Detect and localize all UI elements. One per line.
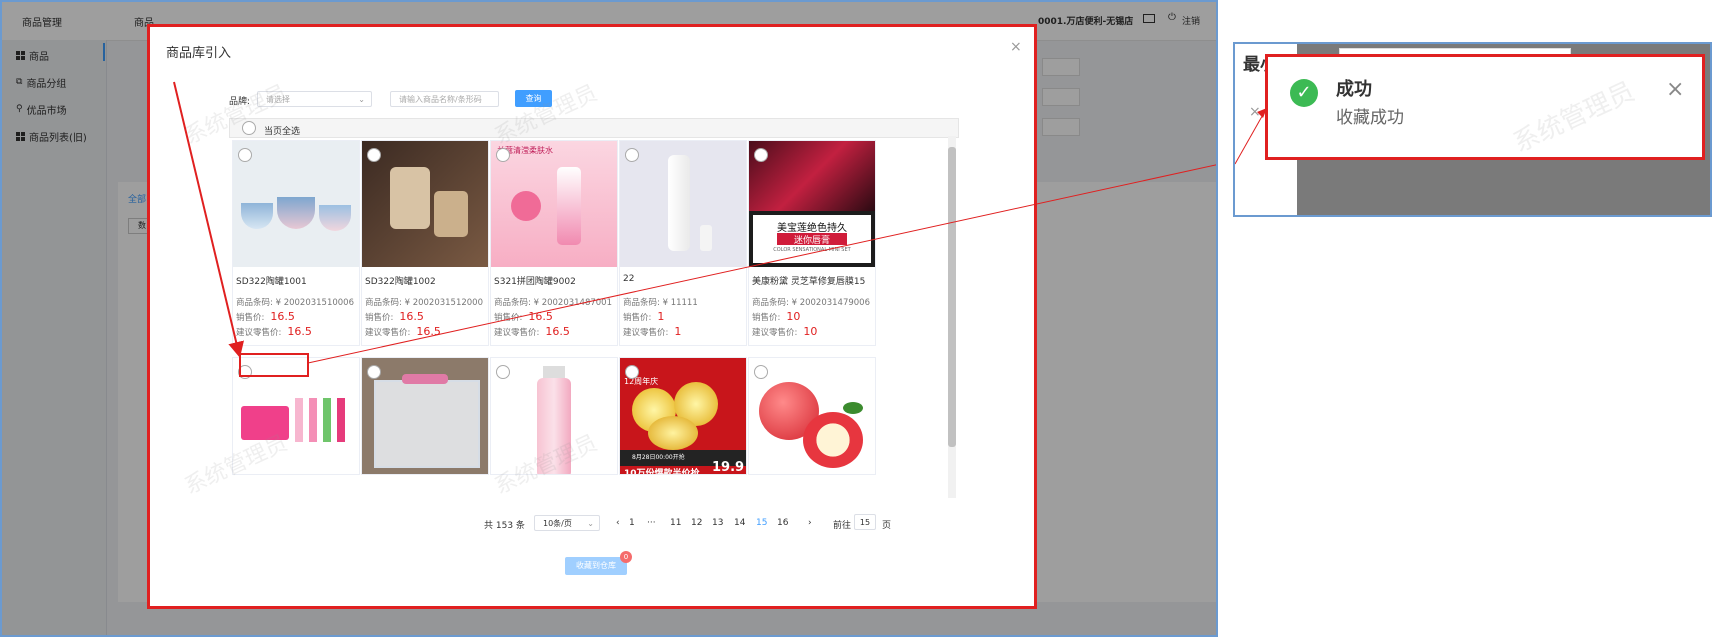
app-window: 商品管理 商品 0001.万店便利-无锡店 ⏻ 注销 商品 ⧉ 商品分组 ⚲ 优品市… bbox=[0, 0, 1218, 637]
annotation-arrowhead bbox=[1235, 108, 1267, 165]
annotation-arrow bbox=[173, 81, 244, 358]
annotation-line bbox=[307, 164, 1216, 364]
annotation-arrows bbox=[173, 81, 1216, 377]
annotation-highlight-box bbox=[239, 353, 309, 377]
zoom-panel: 最小价格 × ✓ 成功 收藏成功 × 系统管理员 bbox=[1233, 42, 1712, 217]
